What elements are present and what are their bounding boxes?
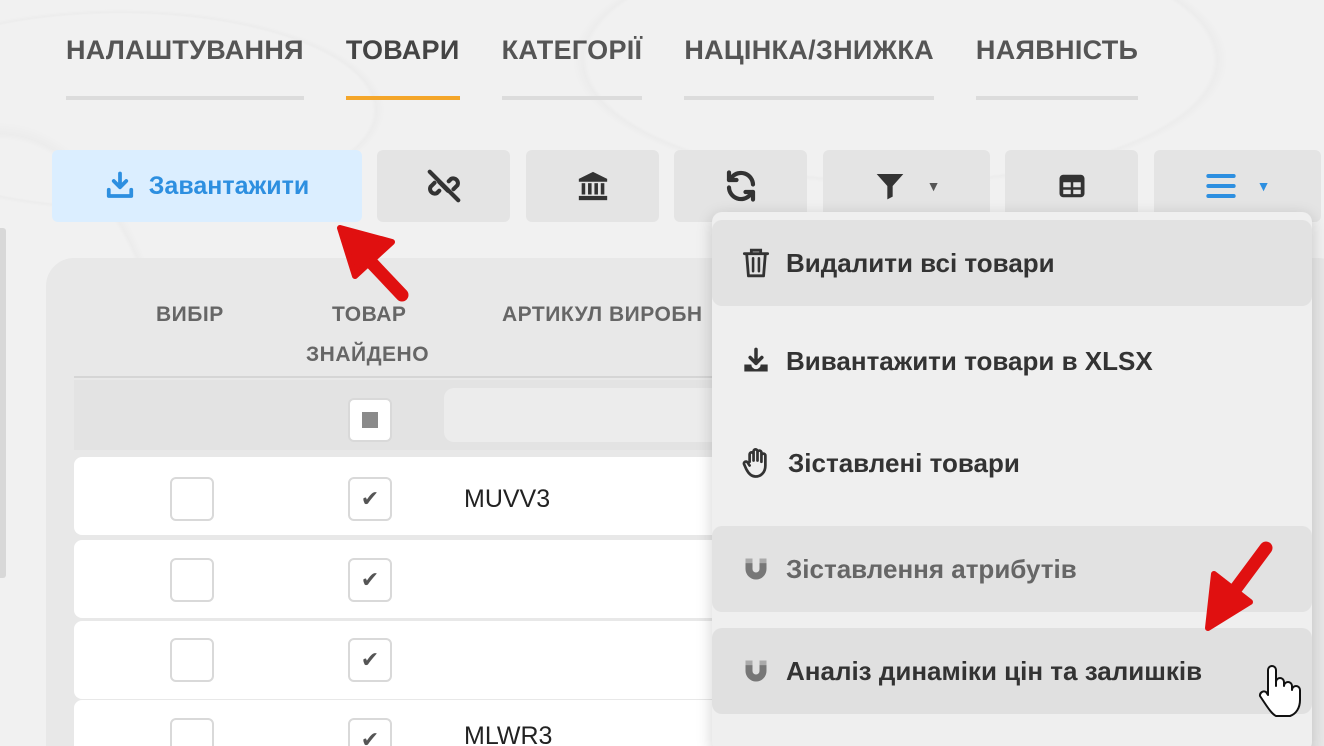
row-article: MLWR3 (464, 722, 553, 746)
tab-settings[interactable]: НАЛАШТУВАННЯ (66, 0, 304, 100)
row-article: MUVV3 (464, 485, 551, 513)
column-header-select[interactable]: ВИБІР (156, 303, 224, 327)
menu-item-attribute-matching[interactable]: Зіставлення атрибутів (712, 526, 1312, 612)
upload-button[interactable]: Завантажити (52, 150, 362, 222)
menu-item-delete-all[interactable]: Видалити всі товари (712, 220, 1312, 306)
found-filter-checkbox[interactable] (348, 398, 392, 442)
trash-icon (742, 248, 770, 278)
download-icon (106, 171, 133, 198)
tab-label: КАТЕГОРІЇ (501, 35, 643, 65)
tab-label: НАЛАШТУВАННЯ (66, 35, 304, 65)
upload-button-label: Завантажити (148, 171, 310, 200)
magnet-icon (745, 660, 767, 682)
bank-icon (578, 171, 607, 201)
row-select-checkbox[interactable] (170, 558, 214, 602)
filter-icon (876, 174, 903, 200)
tab-markup-discount[interactable]: НАЦІНКА/ЗНИЖКА (684, 0, 934, 100)
unlink-button[interactable] (377, 150, 510, 222)
menu-icon (1205, 174, 1236, 198)
tab-bar: НАЛАШТУВАННЯ ТОВАРИ КАТЕГОРІЇ НАЦІНКА/ЗН… (66, 0, 1139, 100)
tab-label: ТОВАРИ (345, 35, 460, 65)
caret-down-icon: ▼ (926, 178, 941, 194)
row-found-checkbox[interactable]: ✔ (348, 558, 392, 602)
download-icon (744, 347, 768, 372)
menu-item-label: Вивантажити товари в XLSX (786, 345, 1153, 376)
column-header-found-line2: ЗНАЙДЕНО (306, 343, 430, 366)
menu-item-label: Зіставлені товари (788, 447, 1020, 478)
column-header-article[interactable]: АРТИКУЛ ВИРОБН (502, 303, 703, 327)
hand-icon (742, 448, 767, 478)
article-filter-input[interactable] (444, 388, 744, 442)
menu-item-label: Видалити всі товари (786, 247, 1055, 278)
refresh-icon (726, 170, 755, 202)
row-found-checkbox[interactable]: ✔ (348, 638, 392, 682)
caret-down-icon: ▼ (1256, 178, 1271, 194)
tab-products[interactable]: ТОВАРИ (345, 0, 460, 100)
menu-item-label: Аналіз динаміки цін та залишків (786, 655, 1203, 686)
row-found-checkbox[interactable]: ✔ (348, 718, 392, 746)
menu-item-matched-products[interactable]: Зіставлені товари (712, 420, 1312, 506)
row-select-checkbox[interactable] (170, 477, 214, 521)
tab-availability[interactable]: НАЯВНІСТЬ (975, 0, 1139, 100)
magnet-icon (745, 558, 767, 580)
menu-item-export-xlsx[interactable]: Вивантажити товари в XLSX (712, 318, 1312, 404)
row-found-checkbox[interactable]: ✔ (348, 477, 392, 521)
menu-item-price-stock-analysis[interactable]: Аналіз динаміки цін та залишків (712, 628, 1312, 714)
tab-label: НАЦІНКА/ЗНИЖКА (684, 35, 934, 65)
tab-label: НАЯВНІСТЬ (975, 35, 1139, 65)
unlink-icon (427, 169, 460, 203)
actions-dropdown-menu: Видалити всі товари Вивантажити товари в… (712, 212, 1312, 746)
bank-button[interactable] (526, 150, 659, 222)
menu-item-label: Зіставлення атрибутів (786, 553, 1077, 584)
tab-categories[interactable]: КАТЕГОРІЇ (501, 0, 643, 100)
header-divider (74, 376, 774, 378)
sidebar-edge (0, 228, 6, 578)
column-header-found[interactable]: ТОВАР (332, 303, 406, 327)
row-select-checkbox[interactable] (170, 718, 214, 746)
table-icon (1059, 174, 1084, 198)
row-select-checkbox[interactable] (170, 638, 214, 682)
